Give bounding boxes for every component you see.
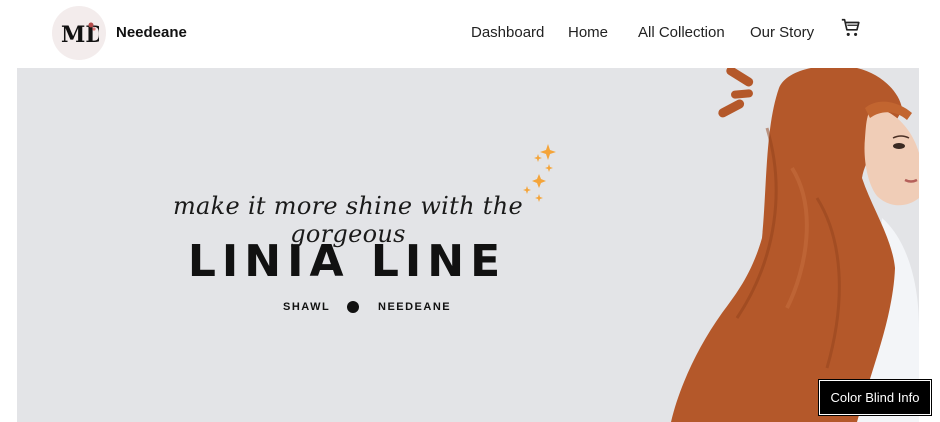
- nav-our-story[interactable]: Our Story: [750, 24, 814, 41]
- brand-name[interactable]: Needeane: [116, 24, 187, 41]
- hero-title: LINIA LINE: [187, 236, 507, 287]
- hero-divider-dot: [347, 301, 359, 313]
- hero-sub-right: NEEDEANE: [378, 301, 452, 313]
- logo-monogram-icon: MD: [61, 22, 99, 48]
- sparkles-icon: [523, 144, 556, 202]
- cart-icon[interactable]: [840, 17, 862, 39]
- hero-sub-left: SHAWL: [283, 301, 331, 313]
- brand-logo[interactable]: MD: [52, 6, 106, 60]
- nav-home[interactable]: Home: [568, 24, 608, 41]
- nav-all-collection[interactable]: All Collection: [638, 24, 725, 41]
- top-navbar: MD Needeane Dashboard Home All Collectio…: [0, 0, 940, 68]
- nav-dashboard[interactable]: Dashboard: [471, 24, 544, 41]
- color-blind-info-button[interactable]: Color Blind Info: [818, 379, 932, 416]
- hero-banner[interactable]: make it more shine with the gorgeous LIN…: [17, 68, 919, 422]
- hijab-model-image: [671, 68, 919, 422]
